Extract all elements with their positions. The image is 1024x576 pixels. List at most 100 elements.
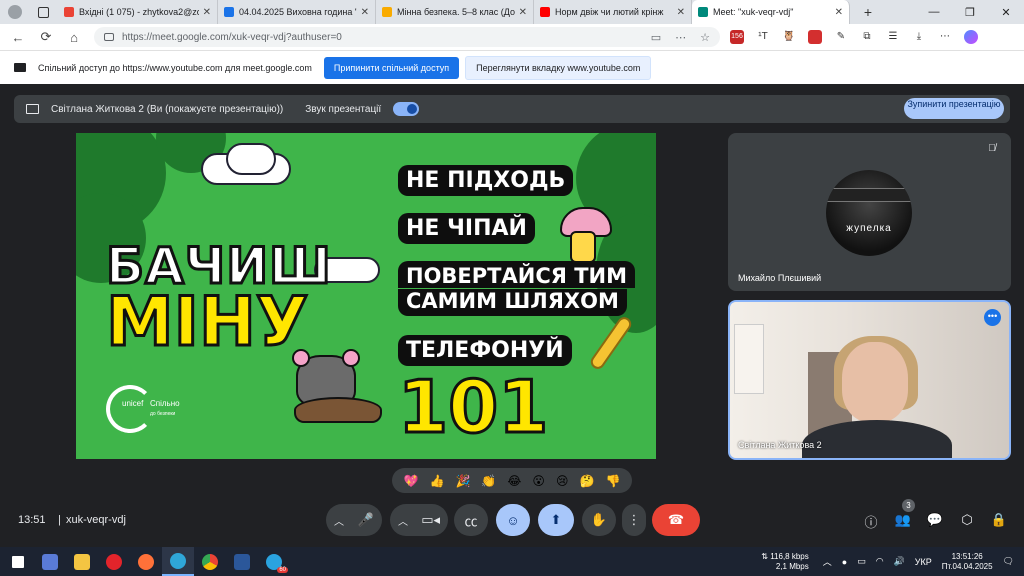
browser-tab-meet[interactable]: Meet: "xuk-veqr-vdj" ✕ (692, 0, 850, 24)
surprised-reaction-icon[interactable]: 😮 (532, 474, 545, 488)
more-options-button[interactable]: ⋮ (622, 504, 646, 536)
downloads-icon[interactable]: ⤓ (912, 30, 926, 44)
minimize-icon[interactable]: — (916, 6, 952, 18)
new-tab-button[interactable]: + (858, 4, 878, 20)
rule-do-not-approach: НЕ ПІДХОДЬ (398, 165, 574, 196)
extension-badge-icon[interactable]: 156 (730, 30, 744, 44)
meeting-code: xuk-veqr-vdj (66, 514, 126, 526)
tray-overflow-icon[interactable]: ︿ (823, 555, 832, 568)
youtube-icon (540, 7, 550, 17)
laugh-reaction-icon[interactable]: 😂 (507, 474, 521, 488)
lock-icon[interactable] (104, 33, 114, 41)
present-screen-icon (26, 104, 39, 114)
hand-icon: ✋ (590, 512, 608, 527)
party-reaction-icon[interactable]: 🎉 (455, 474, 470, 488)
emergency-number: 101 (396, 364, 549, 451)
favorite-star-icon[interactable]: ☆ (700, 31, 710, 44)
profile-avatar-icon[interactable] (4, 1, 26, 23)
rule-call: ТЕЛЕФОНУЙ (398, 335, 572, 366)
chrome-icon (202, 553, 218, 570)
taskbar-telegram[interactable]: 60 (258, 547, 290, 576)
close-tab-icon[interactable]: ✕ (519, 7, 527, 18)
reload-icon[interactable]: ⟳ (32, 29, 60, 45)
more-page-icon[interactable]: ⋯ (675, 31, 686, 44)
taskbar-calculator[interactable] (34, 547, 66, 576)
sad-reaction-icon[interactable]: 😢 (556, 474, 569, 488)
maximize-icon[interactable]: ❐ (952, 6, 988, 19)
unicef-logo-text: unicef (122, 399, 144, 408)
sharing-text: Спільний доступ до https://www.youtube.c… (38, 62, 312, 73)
participant-name: Михайло Плєшивий (738, 273, 822, 283)
language-indicator[interactable]: УКР (915, 557, 932, 567)
red-extension-icon[interactable] (808, 30, 822, 44)
raise-hand-button[interactable]: ✋ (582, 504, 616, 536)
thumbs-down-reaction-icon[interactable]: 👎 (605, 474, 620, 488)
workspaces-icon[interactable] (32, 1, 54, 23)
present-button[interactable]: ⬆ (538, 504, 574, 536)
people-count-badge: 3 (902, 499, 915, 512)
battery-icon[interactable]: ▭ (857, 556, 866, 567)
close-tab-icon[interactable]: ✕ (677, 7, 685, 18)
translate-extension-icon[interactable]: ¹T (756, 30, 770, 44)
heart-reaction-icon[interactable]: 💖 (404, 474, 419, 488)
people-icon[interactable]: 👥 (894, 512, 912, 530)
favorites-icon[interactable]: ☰ (886, 30, 900, 44)
browser-tab-slides[interactable]: Мінна безпека. 5–8 клас (До Мі ✕ (376, 0, 534, 24)
microphone-button[interactable]: ︿ 🎤 (326, 504, 382, 536)
activities-icon[interactable]: ⬡ (958, 512, 976, 530)
browser-tab-youtube[interactable]: Норм двіж чи лютий крінж ✕ (534, 0, 692, 24)
taskbar-chrome[interactable] (194, 547, 226, 576)
stop-sharing-button[interactable]: Припинити спільний доступ (323, 56, 460, 79)
home-icon[interactable]: ⌂ (60, 30, 88, 45)
leave-call-button[interactable]: ☎ (652, 504, 700, 536)
participant-tile[interactable]: 🎙̸ жупелка Михайло Плєшивий (728, 133, 1011, 291)
browser-tab-gmail[interactable]: Вхідні (1 075) - zhytkova2@zosh ✕ (58, 0, 218, 24)
url-input[interactable]: https://meet.google.com/xuk-veqr-vdj?aut… (94, 27, 720, 47)
close-window-icon[interactable]: ✕ (988, 6, 1024, 19)
browser-menu-icon[interactable]: ⋯ (938, 30, 952, 44)
notifications-icon[interactable]: 🗨 (1003, 556, 1014, 567)
pen-extension-icon[interactable]: ✎ (834, 30, 848, 44)
extensions-bar: 156 ¹T 🦉 ✎ ⧉ ☰ ⤓ ⋯ (730, 30, 978, 44)
copilot-icon[interactable] (964, 30, 978, 44)
volume-icon[interactable]: 🔊 (894, 556, 905, 567)
chat-icon[interactable]: 💬 (926, 512, 944, 530)
emoji-button[interactable]: ☺ (496, 504, 530, 536)
participant-tile-self[interactable]: ••• Світлана Житкова 2 (728, 300, 1011, 460)
close-tab-icon[interactable]: ✕ (835, 7, 843, 18)
meeting-details-icon[interactable]: ⓘ (862, 512, 880, 530)
avatar: жупелка (826, 170, 912, 256)
puzzle-extensions-icon[interactable]: ⧉ (860, 30, 874, 44)
taskbar-firefox[interactable] (130, 547, 162, 576)
camera-button[interactable]: ︿ ▭◂ (390, 504, 448, 536)
windows-start-icon (12, 555, 24, 568)
captions-icon: ㏄ (464, 513, 478, 529)
windows-taskbar: 60 ⇅ 116,8 kbps 2,1 Mbps ︿ ● ▭ ◠ 🔊 УКР 1… (0, 547, 1024, 576)
taskbar-word[interactable] (226, 547, 258, 576)
taskbar-explorer[interactable] (66, 547, 98, 576)
start-button[interactable] (2, 547, 34, 576)
close-tab-icon[interactable]: ✕ (361, 7, 369, 18)
chevron-up-icon[interactable]: ︿ (334, 513, 344, 528)
address-bar: ← ⟳ ⌂ https://meet.google.com/xuk-veqr-v… (0, 24, 1024, 50)
host-controls-icon[interactable]: 🔒 (990, 512, 1008, 530)
back-icon[interactable]: ← (4, 30, 32, 45)
view-shared-tab-button[interactable]: Переглянути вкладку www.youtube.com (465, 55, 652, 80)
system-clock[interactable]: 13:51:26 Пт.04.04.2025 (942, 552, 993, 572)
taskbar-edge[interactable] (162, 547, 194, 576)
taskbar-opera[interactable] (98, 547, 130, 576)
captions-button[interactable]: ㏄ (454, 504, 488, 536)
browser-tab-event[interactable]: 04.04.2025 Виховна година "Буд ✕ (218, 0, 376, 24)
wifi-icon[interactable]: ◠ (876, 556, 884, 567)
owl-extension-icon[interactable]: 🦉 (782, 30, 796, 44)
chevron-up-icon[interactable]: ︿ (398, 513, 408, 528)
more-options-icon[interactable]: ••• (984, 309, 1001, 326)
cast-icon[interactable]: ▭ (651, 31, 661, 44)
thinking-reaction-icon[interactable]: 🤔 (579, 474, 594, 488)
thumbs-up-reaction-icon[interactable]: 👍 (429, 474, 444, 488)
stop-presenting-button[interactable]: Зупинити презентацію (904, 98, 1004, 119)
clap-reaction-icon[interactable]: 👏 (481, 474, 496, 488)
tray-app-icon[interactable]: ● (842, 557, 847, 567)
presentation-sound-toggle[interactable] (393, 102, 420, 116)
close-tab-icon[interactable]: ✕ (203, 7, 211, 18)
